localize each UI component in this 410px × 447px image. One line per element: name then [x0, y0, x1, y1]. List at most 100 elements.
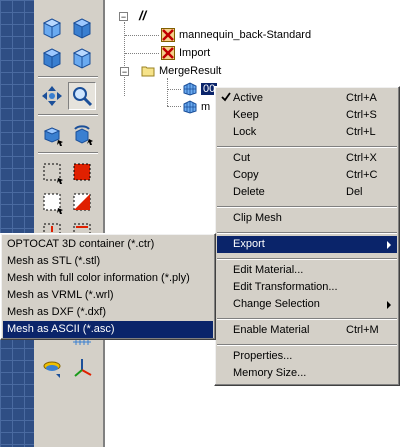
submenu-arrow-icon [387, 301, 391, 309]
submenu-arrow-icon [387, 241, 391, 249]
menu-item-active[interactable]: Active Ctrl+A [217, 90, 397, 107]
menu-item-enable-material[interactable]: Enable Material Ctrl+M [217, 322, 397, 339]
rectangle-fill-select-icon[interactable] [68, 158, 96, 186]
export-asc-item[interactable]: Mesh as ASCII (*.asc) [3, 321, 213, 338]
menu-item-shortcut: Del [346, 186, 363, 198]
tree-guide-line [167, 78, 168, 106]
left-view-cube-icon[interactable] [38, 44, 66, 72]
tool-palette [34, 0, 104, 447]
tree-guide-line [125, 35, 159, 36]
menu-separator [217, 206, 397, 208]
tree-item-label: Import [179, 47, 211, 60]
tree-root-label: // [139, 8, 147, 24]
export-wrl-item[interactable]: Mesh as VRML (*.wrl) [3, 287, 213, 304]
toolbar-separator [38, 152, 98, 154]
tree-item[interactable]: Import [161, 45, 210, 61]
toolbar-separator [38, 114, 98, 116]
zoom-icon[interactable] [68, 82, 96, 110]
tree-guide-line [125, 53, 159, 54]
menu-item-copy[interactable]: Copy Ctrl+C [217, 167, 397, 184]
light-icon[interactable] [38, 354, 66, 382]
menu-item-properties[interactable]: Properties... [217, 348, 397, 365]
export-dxf-item[interactable]: Mesh as DXF (*.dxf) [3, 304, 213, 321]
menu-item-delete[interactable]: Delete Del [217, 184, 397, 201]
menu-item-label: Properties... [233, 350, 293, 362]
menu-item-label: Active [233, 92, 263, 104]
menu-item-label: OPTOCAT 3D container (*.ctr) [7, 238, 155, 250]
menu-item-shortcut: Ctrl+C [346, 169, 378, 181]
menu-item-label: Lock [233, 126, 257, 138]
menu-item-edit-material[interactable]: Edit Material... [217, 262, 397, 279]
export-stl-item[interactable]: Mesh as STL (*.stl) [3, 253, 213, 270]
tree-collapse-icon[interactable]: − [119, 12, 128, 22]
menu-item-lock[interactable]: Lock Ctrl+L [217, 124, 397, 141]
menu-item-label: Memory Size... [233, 367, 307, 379]
tree-item-label: mannequin_back-Standard [179, 29, 312, 42]
tree-item[interactable]: m [183, 99, 210, 115]
menu-item-label: Cut [233, 152, 251, 164]
menu-separator [217, 318, 397, 320]
rectangle-select-icon[interactable] [38, 158, 66, 186]
export-submenu: OPTOCAT 3D container (*.ctr) Mesh as STL… [0, 233, 216, 340]
tree-item-selected[interactable]: 00 [183, 81, 218, 97]
tree-item-label: MergeResult [159, 65, 222, 78]
menu-item-label: Change Selection [233, 298, 320, 310]
menu-item-label: Export [233, 238, 265, 250]
menu-item-label: Edit Material... [233, 264, 304, 276]
menu-item-label: Edit Transformation... [233, 281, 338, 293]
export-ctr-item[interactable]: OPTOCAT 3D container (*.ctr) [3, 236, 213, 253]
red-x-icon [161, 46, 175, 61]
menu-item-label: Delete [233, 186, 265, 198]
triangle-select-icon[interactable] [68, 188, 96, 216]
menu-item-label: Mesh as ASCII (*.asc) [7, 323, 115, 335]
select-object-cube-icon[interactable] [38, 120, 66, 148]
menu-separator [217, 344, 397, 346]
rotate-object-cube-icon[interactable] [68, 120, 96, 148]
menu-item-label: Clip Mesh [233, 212, 282, 224]
menu-item-export[interactable]: Export [217, 236, 397, 253]
menu-item-edit-transformation[interactable]: Edit Transformation... [217, 279, 397, 296]
mesh-icon [183, 82, 197, 96]
back-view-cube-icon[interactable] [68, 14, 96, 42]
menu-item-label: Mesh with full color information (*.ply) [7, 272, 190, 284]
tree-root[interactable]: // [139, 8, 146, 24]
menu-item-shortcut: Ctrl+L [346, 126, 376, 138]
tree-item-label: m [201, 101, 211, 114]
mesh-icon [183, 100, 197, 114]
tree-item[interactable]: MergeResult [141, 63, 221, 79]
menu-item-shortcut: Ctrl+S [346, 109, 377, 121]
menu-item-shortcut: Ctrl+A [346, 92, 377, 104]
menu-item-keep[interactable]: Keep Ctrl+S [217, 107, 397, 124]
front-view-cube-icon[interactable] [38, 14, 66, 42]
tree-guide-line [124, 22, 125, 96]
tree-item[interactable]: mannequin_back-Standard [161, 27, 311, 43]
menu-item-label: Copy [233, 169, 259, 181]
check-icon [221, 92, 231, 102]
menu-item-label: Keep [233, 109, 259, 121]
menu-item-change-selection[interactable]: Change Selection [217, 296, 397, 313]
folder-icon [141, 66, 155, 77]
menu-separator [217, 232, 397, 234]
menu-item-clip-mesh[interactable]: Clip Mesh [217, 210, 397, 227]
export-ply-item[interactable]: Mesh with full color information (*.ply) [3, 270, 213, 287]
right-view-cube-icon[interactable] [68, 44, 96, 72]
viewport-edge [0, 0, 34, 447]
lasso-select-icon[interactable] [38, 188, 66, 216]
menu-item-label: Mesh as DXF (*.dxf) [7, 306, 107, 318]
menu-item-cut[interactable]: Cut Ctrl+X [217, 150, 397, 167]
tree-guide-line [167, 106, 181, 107]
tree-guide-line [167, 89, 181, 90]
axes-icon[interactable] [68, 354, 96, 382]
menu-item-shortcut: Ctrl+M [346, 324, 379, 336]
menu-item-memory-size[interactable]: Memory Size... [217, 365, 397, 382]
menu-item-shortcut: Ctrl+X [346, 152, 377, 164]
menu-item-label: Mesh as VRML (*.wrl) [7, 289, 114, 301]
menu-item-label: Enable Material [233, 324, 310, 336]
menu-separator [217, 146, 397, 148]
red-x-icon [161, 28, 175, 43]
menu-item-label: Mesh as STL (*.stl) [7, 255, 101, 267]
context-menu: Active Ctrl+A Keep Ctrl+S Lock Ctrl+L Cut Ct… [214, 86, 400, 386]
toolbar-separator [38, 76, 98, 78]
tree-collapse-icon[interactable]: − [120, 67, 129, 77]
pan-arrows-icon[interactable] [38, 82, 66, 110]
